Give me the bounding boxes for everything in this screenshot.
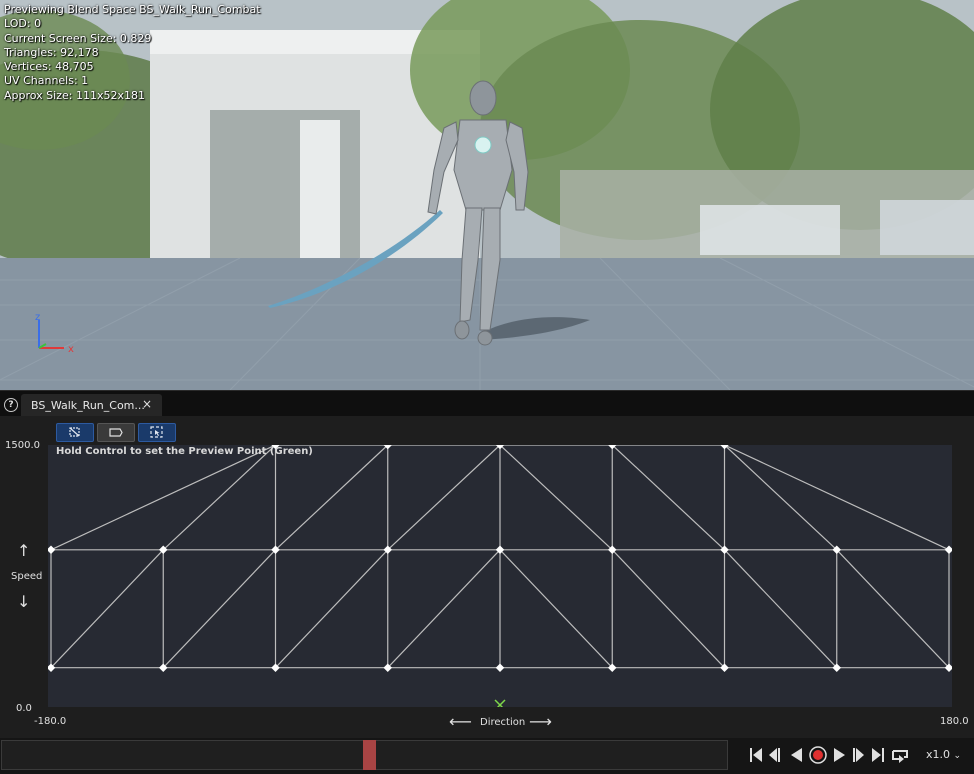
preview-point-icon[interactable] [494, 699, 506, 707]
timeline-bar: x1.0 ⌄ [0, 738, 974, 774]
chevron-down-icon: ⌄ [953, 751, 962, 761]
triangulation-edge [724, 445, 950, 551]
timeline-playhead[interactable] [363, 740, 376, 770]
triangulation-edge [724, 445, 838, 551]
stat-approx-size: Approx Size: 111x52x181 [4, 88, 145, 102]
play-icon[interactable] [834, 748, 845, 762]
arrow-right-icon: ⟶ [529, 712, 552, 731]
tab-blend-space[interactable]: BS_Walk_Run_Com... × [21, 394, 162, 417]
blend-space-editor: Hold Control to set the Preview Point (G… [0, 416, 974, 738]
x-axis-max: 180.0 [940, 716, 969, 727]
go-to-end-icon[interactable] [872, 748, 884, 762]
triangulation-edge [50, 549, 164, 669]
step-back-icon[interactable] [769, 748, 780, 762]
triangulation-edge [611, 549, 725, 669]
x-axis-label: Direction [480, 717, 526, 728]
preview-viewport[interactable]: Previewing Blend Space BS_Walk_Run_Comba… [0, 0, 974, 390]
tab-label: BS_Walk_Run_Com... [31, 399, 145, 412]
transport-controls [750, 746, 908, 764]
stat-uv-channels: UV Channels: 1 [4, 74, 89, 88]
triangulation-edge [836, 549, 950, 669]
y-axis-max: 1500.0 [5, 440, 40, 451]
zoom-to-fit-button[interactable] [138, 423, 176, 442]
triangulation-edge [275, 445, 389, 551]
tab-close-icon[interactable]: × [142, 397, 152, 411]
triangulation-edge [724, 549, 838, 669]
gizmo-x-label: x [68, 344, 74, 355]
arrow-left-icon: ⟵ [449, 712, 472, 731]
stat-screen-size: Current Screen Size: 0.829 [4, 31, 152, 45]
axis-gizmo-icon: z x [35, 312, 74, 355]
y-axis-min: 0.0 [16, 703, 32, 714]
stat-lod: LOD: 0 [4, 17, 42, 31]
arrow-up-icon: ↑ [17, 541, 31, 560]
triangulation-edge [387, 445, 501, 551]
triangulation-edge [162, 549, 276, 669]
step-forward-icon[interactable] [853, 748, 864, 762]
triangulation-edge [499, 445, 613, 551]
triangulation-icon [69, 427, 80, 437]
playback-speed-select[interactable]: x1.0 ⌄ [926, 748, 961, 761]
triangulation-edge [387, 549, 501, 669]
viewport-stats: Previewing Blend Space BS_Walk_Run_Comba… [4, 3, 261, 103]
x-axis-min: -180.0 [34, 716, 67, 727]
play-reverse-icon[interactable] [791, 748, 802, 762]
triangulation-toggle-button[interactable] [56, 423, 94, 442]
triangulation-edge [162, 445, 276, 551]
tab-bar: ? BS_Walk_Run_Com... × [0, 390, 974, 417]
triangulation-edge [50, 445, 276, 551]
stat-triangles: Triangles: 92,178 [4, 45, 99, 59]
label-toggle-button[interactable] [97, 423, 135, 442]
arrow-down-icon: ↓ [17, 592, 31, 611]
fit-view-icon [150, 426, 163, 438]
record-icon[interactable] [809, 746, 827, 764]
stat-preview-name: Previewing Blend Space BS_Walk_Run_Comba… [4, 3, 261, 16]
gizmo-z-label: z [35, 312, 40, 323]
triangulation-edge [499, 549, 613, 669]
preview-hint-text: Hold Control to set the Preview Point (G… [56, 446, 313, 457]
playback-speed-value: x1.0 [926, 748, 951, 761]
triangulation-edge [275, 549, 389, 669]
go-to-start-icon[interactable] [750, 748, 762, 762]
loop-icon[interactable] [892, 750, 908, 763]
sample-point[interactable] [495, 663, 505, 672]
label-icon [109, 428, 123, 437]
stat-vertices: Vertices: 48,705 [4, 60, 94, 74]
blend-space-plot[interactable] [48, 445, 952, 707]
y-axis-label: Speed [11, 571, 43, 582]
help-icon[interactable]: ? [4, 398, 18, 412]
sample-point[interactable] [944, 545, 952, 555]
triangulation-edge [611, 445, 725, 551]
sample-point[interactable] [48, 545, 56, 555]
